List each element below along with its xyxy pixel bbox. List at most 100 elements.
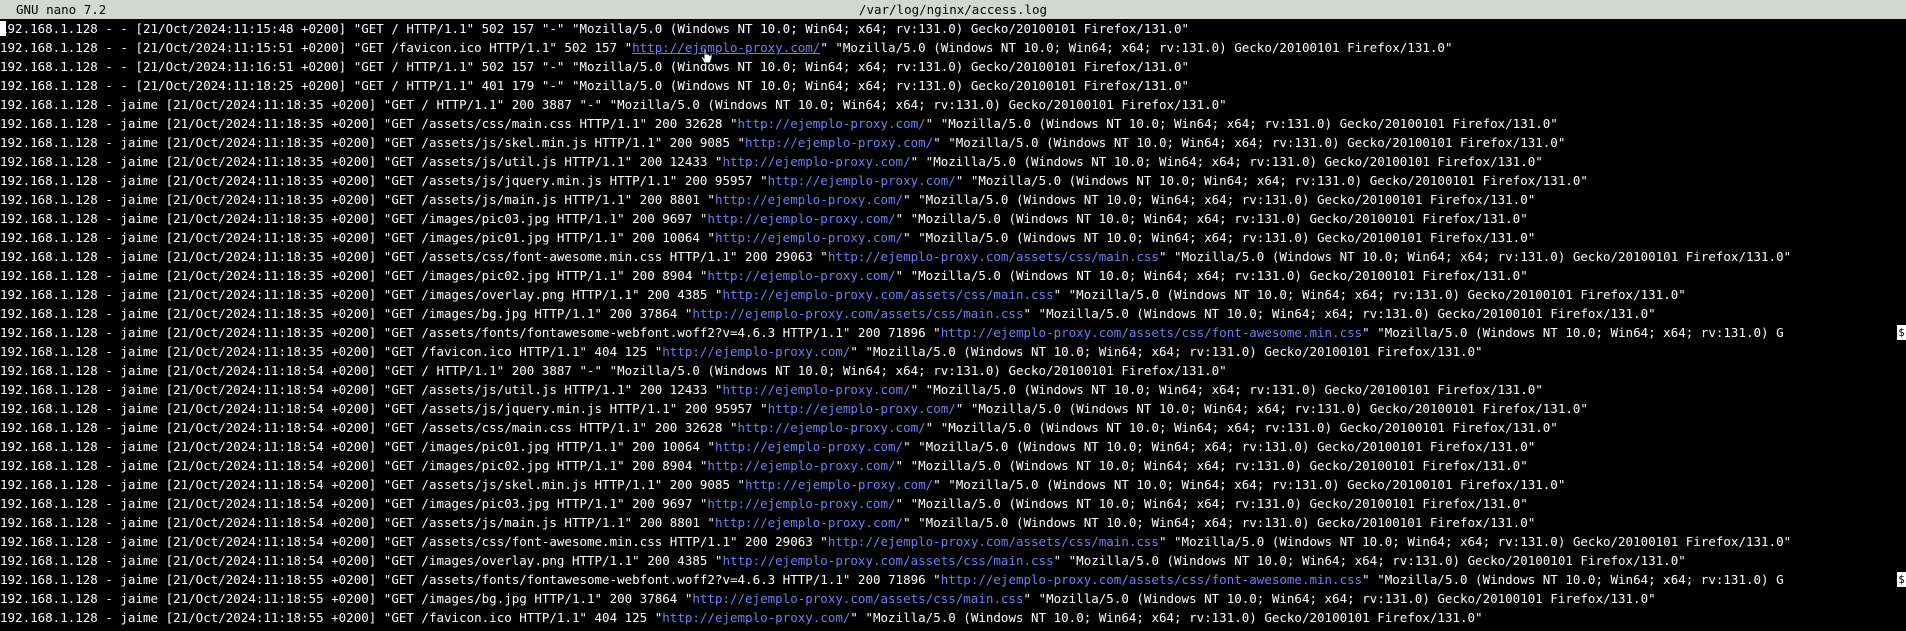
referer-link[interactable]: http://ejemplo-proxy.com/ [715, 192, 903, 207]
referer-link[interactable]: http://ejemplo-proxy.com/ [662, 344, 850, 359]
referer-link[interactable]: http://ejemplo-proxy.com/assets/css/main… [722, 287, 1053, 302]
referer-link[interactable]: http://ejemplo-proxy.com/assets/css/font… [941, 325, 1362, 340]
log-line: 192.168.1.128 - jaime [21/Oct/2024:11:18… [0, 228, 1906, 247]
log-text: 192.168.1.128 - jaime [21/Oct/2024:11:18… [0, 439, 715, 454]
referer-link[interactable]: http://ejemplo-proxy.com/ [738, 116, 926, 131]
log-line: 192.168.1.128 - jaime [21/Oct/2024:11:18… [0, 399, 1906, 418]
log-text: 192.168.1.128 - jaime [21/Oct/2024:11:18… [0, 477, 746, 492]
log-text: 192.168.1.128 - jaime [21/Oct/2024:11:18… [0, 420, 738, 435]
referer-link[interactable]: http://ejemplo-proxy.com/ [715, 515, 903, 530]
log-viewport[interactable]: 192.168.1.128 - - [21/Oct/2024:11:15:48 … [0, 19, 1906, 631]
log-text: " "Mozilla/5.0 (Windows NT 10.0; Win64; … [933, 135, 1566, 150]
referer-link[interactable]: http://ejemplo-proxy.com/ [662, 610, 850, 625]
referer-link[interactable]: http://ejemplo-proxy.com/assets/css/main… [722, 553, 1053, 568]
log-line: 192.168.1.128 - jaime [21/Oct/2024:11:18… [0, 114, 1906, 133]
log-text: 192.168.1.128 - - [21/Oct/2024:11:15:51 … [0, 40, 633, 55]
log-line: 192.168.1.128 - jaime [21/Oct/2024:11:18… [0, 589, 1906, 608]
referer-link[interactable]: http://ejemplo-proxy.com/assets/css/main… [828, 534, 1159, 549]
referer-link[interactable]: http://ejemplo-proxy.com/assets/css/font… [941, 572, 1362, 587]
log-text: "-" "Mozilla/5.0 (Windows NT 10.0; Win64… [579, 97, 1227, 112]
referer-link[interactable]: http://ejemplo-proxy.com/ [707, 268, 895, 283]
log-line: 192.168.1.128 - jaime [21/Oct/2024:11:18… [0, 133, 1906, 152]
log-text: 192.168.1.128 - jaime [21/Oct/2024:11:18… [0, 496, 708, 511]
log-text: " "Mozilla/5.0 (Windows NT 10.0; Win64; … [933, 477, 1566, 492]
log-text: 192.168.1.128 - jaime [21/Oct/2024:11:18… [0, 211, 708, 226]
log-text: " "Mozilla/5.0 (Windows NT 10.0; Win64; … [1023, 306, 1656, 321]
log-line: 192.168.1.128 - jaime [21/Oct/2024:11:18… [0, 437, 1906, 456]
log-text: 192.168.1.128 - jaime [21/Oct/2024:11:18… [0, 135, 746, 150]
log-text: 192.168.1.128 - jaime [21/Oct/2024:11:18… [0, 344, 663, 359]
log-text: " "Mozilla/5.0 (Windows NT 10.0; Win64; … [1362, 572, 1784, 587]
log-text: 192.168.1.128 - jaime [21/Oct/2024:11:18… [0, 363, 580, 378]
log-line: 192.168.1.128 - jaime [21/Oct/2024:11:18… [0, 456, 1906, 475]
referer-link[interactable]: http://ejemplo-proxy.com/ [715, 439, 903, 454]
log-text: " "Mozilla/5.0 (Windows NT 10.0; Win64; … [1362, 325, 1784, 340]
referer-link[interactable]: http://ejemplo-proxy.com/ [745, 135, 933, 150]
referer-link[interactable]: http://ejemplo-proxy.com/ [707, 458, 895, 473]
log-line: 192.168.1.128 - jaime [21/Oct/2024:11:18… [0, 608, 1906, 627]
log-text: 192.168.1.128 - jaime [21/Oct/2024:11:18… [0, 382, 723, 397]
log-line: 192.168.1.128 - jaime [21/Oct/2024:11:18… [0, 513, 1906, 532]
referer-link[interactable]: http://ejemplo-proxy.com/ [707, 211, 895, 226]
log-text: 192.168.1.128 - jaime [21/Oct/2024:11:18… [0, 515, 715, 530]
referer-link[interactable]: http://ejemplo-proxy.com/ [738, 420, 926, 435]
log-text: " "Mozilla/5.0 (Windows NT 10.0; Win64; … [903, 230, 1536, 245]
log-text: 192.168.1.128 - jaime [21/Oct/2024:11:18… [0, 192, 715, 207]
log-line: 192.168.1.128 - jaime [21/Oct/2024:11:18… [0, 532, 1906, 551]
referer-link[interactable]: http://ejemplo-proxy.com/ [707, 496, 895, 511]
referer-link[interactable]: http://ejemplo-proxy.com/ [722, 382, 910, 397]
log-text: " "Mozilla/5.0 (Windows NT 10.0; Win64; … [1023, 591, 1656, 606]
referer-link[interactable]: http://ejemplo-proxy.com/ [722, 154, 910, 169]
log-text: " "Mozilla/5.0 (Windows NT 10.0; Win64; … [895, 458, 1528, 473]
log-text: " "Mozilla/5.0 (Windows NT 10.0; Win64; … [925, 420, 1558, 435]
log-text: " "Mozilla/5.0 (Windows NT 10.0; Win64; … [1053, 287, 1686, 302]
log-line: 192.168.1.128 - jaime [21/Oct/2024:11:18… [0, 152, 1906, 171]
log-line: 192.168.1.128 - jaime [21/Oct/2024:11:18… [0, 266, 1906, 285]
log-text: 192.168.1.128 - jaime [21/Oct/2024:11:18… [0, 173, 768, 188]
log-line: 192.168.1.128 - - [21/Oct/2024:11:16:51 … [0, 57, 1906, 76]
referer-link[interactable]: http://ejemplo-proxy.com/assets/css/main… [692, 591, 1023, 606]
log-line: 192.168.1.128 - jaime [21/Oct/2024:11:18… [0, 570, 1906, 589]
log-text: " "Mozilla/5.0 (Windows NT 10.0; Win64; … [1053, 553, 1686, 568]
log-text: 192.168.1.128 - jaime [21/Oct/2024:11:18… [0, 268, 708, 283]
log-text: " "Mozilla/5.0 (Windows NT 10.0; Win64; … [895, 268, 1528, 283]
referer-link[interactable]: http://ejemplo-proxy.com/ [632, 40, 820, 55]
log-line: 192.168.1.128 - - [21/Oct/2024:11:15:48 … [0, 19, 1906, 38]
referer-link[interactable]: http://ejemplo-proxy.com/ [745, 477, 933, 492]
referer-link[interactable]: http://ejemplo-proxy.com/ [768, 401, 956, 416]
log-line: 192.168.1.128 - jaime [21/Oct/2024:11:18… [0, 209, 1906, 228]
log-line: 192.168.1.128 - jaime [21/Oct/2024:11:18… [0, 304, 1906, 323]
nano-title-bar: /var/log/nginx/access.log GNU nano 7.2 [0, 0, 1906, 19]
log-text: 192.168.1.128 - jaime [21/Oct/2024:11:18… [0, 458, 708, 473]
log-line: 192.168.1.128 - - [21/Oct/2024:11:15:51 … [0, 38, 1906, 57]
log-text: " "Mozilla/5.0 (Windows NT 10.0; Win64; … [910, 154, 1543, 169]
log-text: " "Mozilla/5.0 (Windows NT 10.0; Win64; … [903, 439, 1536, 454]
referer-link[interactable]: http://ejemplo-proxy.com/ [768, 173, 956, 188]
log-text: 192.168.1.128 - jaime [21/Oct/2024:11:18… [0, 287, 723, 302]
log-text: " "Mozilla/5.0 (Windows NT 10.0; Win64; … [910, 382, 1543, 397]
log-text: " "Mozilla/5.0 (Windows NT 10.0; Win64; … [850, 344, 1483, 359]
line-truncated-marker: $ [1897, 325, 1906, 340]
log-text: "-" "Mozilla/5.0 (Windows NT 10.0; Win64… [541, 59, 1190, 74]
log-text: 192.168.1.128 - jaime [21/Oct/2024:11:18… [0, 534, 828, 549]
log-line: 192.168.1.128 - jaime [21/Oct/2024:11:18… [0, 342, 1906, 361]
log-text: "-" "Mozilla/5.0 (Windows NT 10.0; Win64… [579, 363, 1227, 378]
referer-link[interactable]: http://ejemplo-proxy.com/assets/css/main… [828, 249, 1159, 264]
log-text: 192.168.1.128 - jaime [21/Oct/2024:11:18… [0, 610, 663, 625]
log-text: " "Mozilla/5.0 (Windows NT 10.0; Win64; … [850, 610, 1483, 625]
log-line: 192.168.1.128 - jaime [21/Oct/2024:11:18… [0, 323, 1906, 342]
log-text: 192.168.1.128 - - [21/Oct/2024:11:16:51 … [0, 59, 542, 74]
log-text: " "Mozilla/5.0 (Windows NT 10.0; Win64; … [895, 496, 1528, 511]
referer-link[interactable]: http://ejemplo-proxy.com/assets/css/main… [692, 306, 1023, 321]
text-cursor [0, 21, 6, 36]
log-text: 192.168.1.128 - - [21/Oct/2024:11:18:25 … [0, 78, 542, 93]
log-text: "-" "Mozilla/5.0 (Windows NT 10.0; Win64… [541, 21, 1190, 36]
referer-link[interactable]: http://ejemplo-proxy.com/ [715, 230, 903, 245]
line-truncated-marker: $ [1897, 572, 1906, 587]
log-text: " "Mozilla/5.0 (Windows NT 10.0; Win64; … [903, 515, 1536, 530]
log-text: 192.168.1.128 - - [21/Oct/2024:11:15:48 … [0, 21, 542, 36]
log-text: 192.168.1.128 - jaime [21/Oct/2024:11:18… [0, 591, 693, 606]
log-text: 192.168.1.128 - jaime [21/Oct/2024:11:18… [0, 572, 941, 587]
log-text: " "Mozilla/5.0 (Windows NT 10.0; Win64; … [955, 401, 1588, 416]
log-text: " "Mozilla/5.0 (Windows NT 10.0; Win64; … [955, 173, 1588, 188]
